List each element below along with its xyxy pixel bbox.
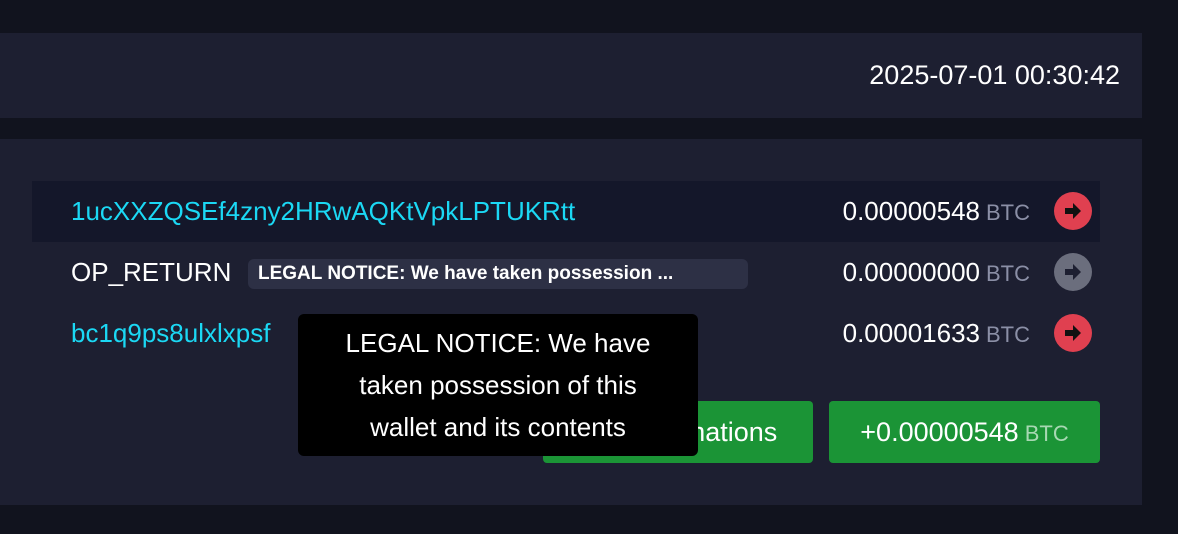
output-amount-value: 0.00000548 [842, 196, 980, 226]
arrow-right-circle-icon[interactable] [1054, 192, 1092, 230]
op-return-tooltip: LEGAL NOTICE: We have taken possession o… [298, 314, 698, 456]
output-amount: 0.00000000 BTC [843, 257, 1030, 288]
total-amount-button[interactable]: +0.00000548 BTC [829, 401, 1100, 463]
op-return-message-badge[interactable]: LEGAL NOTICE: We have taken possession .… [248, 259, 748, 289]
output-row: OP_RETURN LEGAL NOTICE: We have taken po… [32, 242, 1100, 303]
tooltip-line: wallet and its contents [370, 412, 626, 442]
output-amount-value: 0.00001633 [842, 318, 980, 348]
output-address-link[interactable]: bc1q9ps8ulxlxpsf [71, 318, 270, 349]
total-amount-unit: BTC [1024, 421, 1069, 446]
total-amount-value: +0.00000548 [860, 417, 1019, 447]
transaction-header: 2025-07-01 00:30:42 [0, 33, 1142, 118]
output-amount-unit: BTC [986, 322, 1030, 347]
output-amount-value: 0.00000000 [842, 257, 980, 287]
output-amount: 0.00000548 BTC [843, 196, 1030, 227]
output-amount: 0.00001633 BTC [843, 318, 1030, 349]
transaction-timestamp: 2025-07-01 00:30:42 [869, 60, 1120, 90]
tooltip-line: LEGAL NOTICE: We have [345, 328, 651, 358]
arrow-right-circle-icon[interactable] [1054, 314, 1092, 352]
output-amount-unit: BTC [986, 261, 1030, 286]
output-address-link[interactable]: 1ucXXZQSEf4zny2HRwAQKtVpkLPTUKRtt [71, 196, 575, 227]
output-address-op-return: OP_RETURN [71, 257, 232, 287]
output-amount-unit: BTC [986, 200, 1030, 225]
output-row: 1ucXXZQSEf4zny2HRwAQKtVpkLPTUKRtt 0.0000… [32, 181, 1100, 242]
tooltip-line: taken possession of this [359, 370, 637, 400]
arrow-right-circle-icon [1054, 253, 1092, 291]
